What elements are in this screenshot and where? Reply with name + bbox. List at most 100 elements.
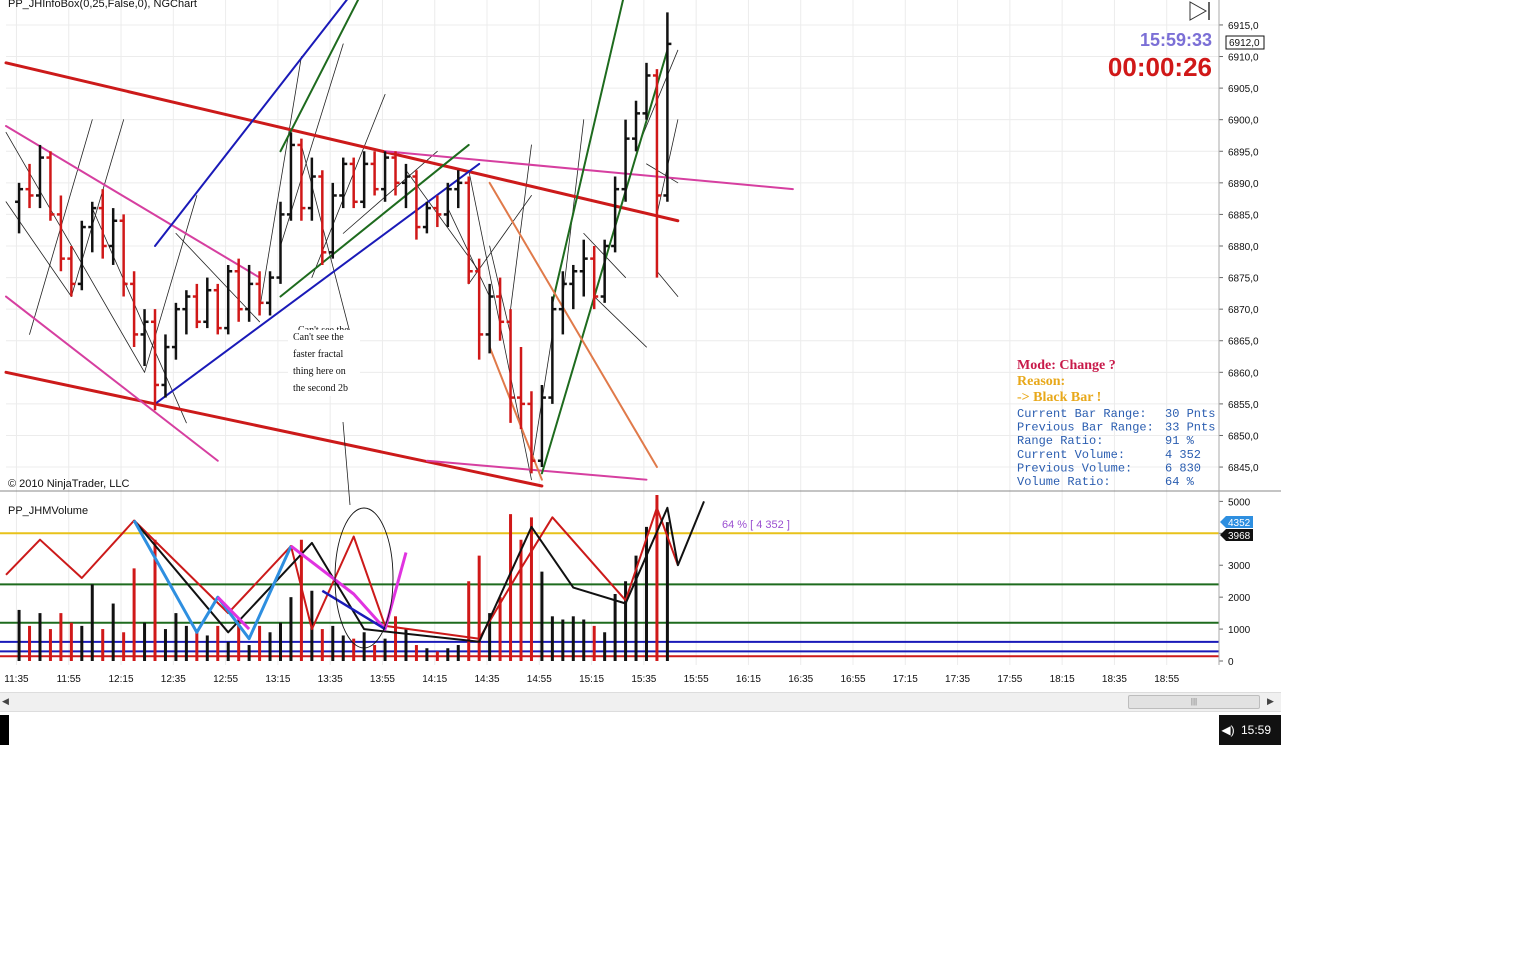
time-tick-label: 18:55 — [1154, 674, 1179, 685]
ohlc-bar — [464, 176, 473, 284]
fractal-line — [646, 163, 679, 184]
ohlc-bar — [77, 220, 86, 291]
info-row-label: Range Ratio: — [1017, 434, 1103, 448]
time-tick-label: 11:35 — [4, 674, 29, 685]
fractal-line — [593, 296, 647, 348]
ohlc-bar — [360, 151, 369, 209]
price-tick-label: 6905,0 — [1228, 84, 1259, 95]
info-box: Mode: Change ? Reason: -> Black Bar ! Cu… — [1017, 358, 1215, 489]
info-row: Current Volume: 4 352 — [1017, 448, 1201, 462]
time-tick-label: 17:55 — [997, 674, 1022, 685]
fractal-line — [70, 119, 125, 297]
price-tick-label: 6915,0 — [1228, 21, 1259, 32]
ohlc-bar — [621, 119, 630, 202]
time-tick-label: 15:35 — [631, 674, 656, 685]
info-row-value: 64 % — [1165, 475, 1195, 489]
chart-title: PP_JHInfoBox(0,25,False,0), NGChart — [8, 0, 197, 10]
price-tick-label: 6860,0 — [1228, 368, 1259, 379]
info-reason-value: -> Black Bar ! — [1017, 390, 1101, 405]
volume-tick-label: 2000 — [1228, 593, 1251, 604]
time-tick-label: 14:15 — [422, 674, 447, 685]
time-tick-label: 14:55 — [527, 674, 552, 685]
green-channel-upper — [279, 0, 360, 153]
fractal-line — [656, 270, 679, 297]
price-tick-label: 6910,0 — [1228, 53, 1259, 64]
ohlc-bar — [391, 151, 400, 196]
time-tick-label: 12:55 — [213, 674, 238, 685]
scroll-right-arrow-icon[interactable]: ▶ — [1267, 696, 1277, 708]
ohlc-bar — [151, 309, 160, 411]
ohlc-bar — [56, 195, 65, 272]
info-row: Current Bar Range: 30 Pnts — [1017, 407, 1215, 421]
copyright-text: © 2010 NinjaTrader, LLC — [8, 478, 129, 490]
speaker-icon[interactable]: ◀) — [1219, 723, 1237, 737]
chart-canvas: 6915,0 6910,0 6905,0 6900,0 6895,0 6890,0 6885… — [0, 0, 1281, 685]
ohlc-bar — [663, 12, 672, 202]
note-line-4: the second 2b — [293, 383, 348, 394]
volume-zigzag-red — [5, 506, 679, 640]
ohlc-bar — [161, 334, 170, 398]
price-tick-label: 6845,0 — [1228, 463, 1259, 474]
horizontal-scrollbar[interactable]: ◀ ||| ▶ — [0, 692, 1281, 712]
volume-tick-label: 5000 — [1228, 497, 1251, 508]
taskbar-left-edge — [0, 715, 9, 745]
time-tick-label: 15:55 — [684, 674, 709, 685]
highlight-ellipse — [334, 507, 394, 649]
time-tick-label: 13:55 — [370, 674, 395, 685]
volume-current-marker: 4352 — [1220, 516, 1253, 529]
price-tick-label: 6900,0 — [1228, 116, 1259, 127]
ohlc-bar — [579, 239, 588, 297]
info-reason-label: Reason: — [1017, 374, 1065, 389]
clock-time: 15:59:33 — [1140, 30, 1212, 50]
svg-text:6912,0: 6912,0 — [1229, 38, 1260, 49]
time-tick-label: 16:35 — [788, 674, 813, 685]
trend-line-lower-red — [4, 370, 544, 488]
tray-clock: 15:59 — [1241, 723, 1272, 737]
svg-text:4352: 4352 — [1228, 518, 1251, 529]
info-row: Range Ratio: 91 % — [1017, 434, 1195, 448]
info-row-label: Volume Ratio: — [1017, 475, 1111, 489]
time-tick-label: 11:55 — [57, 674, 82, 685]
ohlc-bar — [370, 151, 379, 196]
price-tick-label: 6855,0 — [1228, 400, 1259, 411]
ohlc-bar — [46, 151, 55, 221]
ohlc-bar — [401, 163, 410, 209]
info-row: Volume Ratio: 64 % — [1017, 475, 1195, 489]
system-tray: ◀) 15:59 — [1219, 715, 1281, 745]
ohlc-bar — [182, 290, 191, 335]
info-row-value: 33 Pnts — [1165, 421, 1215, 435]
pink-line-upper — [5, 125, 261, 279]
scroll-thumb[interactable]: ||| — [1128, 695, 1260, 709]
price-tick-label: 6890,0 — [1228, 179, 1259, 190]
ohlc-bar — [454, 170, 463, 209]
info-row-value: 30 Pnts — [1165, 407, 1215, 421]
info-row-label: Current Volume: — [1017, 448, 1125, 462]
time-tick-label: 13:35 — [318, 674, 343, 685]
volume-panel-title: PP_JHMVolume — [8, 505, 88, 517]
pink-line-bottom — [425, 459, 648, 481]
play-end-icon[interactable] — [1189, 1, 1210, 21]
note-line-2: faster fractal — [293, 349, 343, 360]
info-mode: Mode: Change ? — [1017, 358, 1116, 373]
time-tick-label: 13:15 — [265, 674, 290, 685]
ohlc-bar — [234, 258, 243, 322]
ohlc-bar — [307, 157, 316, 221]
price-tick-label: 6870,0 — [1228, 305, 1259, 316]
price-marker: 6912,0 — [1225, 35, 1265, 50]
time-tick-label: 17:15 — [893, 674, 918, 685]
volume-zigzag-blue — [132, 519, 293, 641]
time-tick-label: 15:15 — [579, 674, 604, 685]
ohlc-bar — [318, 170, 327, 265]
ohlc-bar — [422, 201, 431, 234]
time-tick-label: 18:35 — [1102, 674, 1127, 685]
time-tick-label: 12:35 — [161, 674, 186, 685]
ohlc-bar — [140, 309, 149, 366]
fractal-line — [510, 144, 532, 310]
price-tick-label: 6875,0 — [1228, 274, 1259, 285]
scroll-left-arrow-icon[interactable]: ◀ — [2, 696, 12, 708]
volume-tick-label: 0 — [1228, 657, 1234, 668]
fractal-line — [144, 195, 198, 373]
time-tick-label: 17:35 — [945, 674, 970, 685]
time-tick-label: 16:55 — [840, 674, 865, 685]
ohlc-bar — [25, 163, 34, 209]
